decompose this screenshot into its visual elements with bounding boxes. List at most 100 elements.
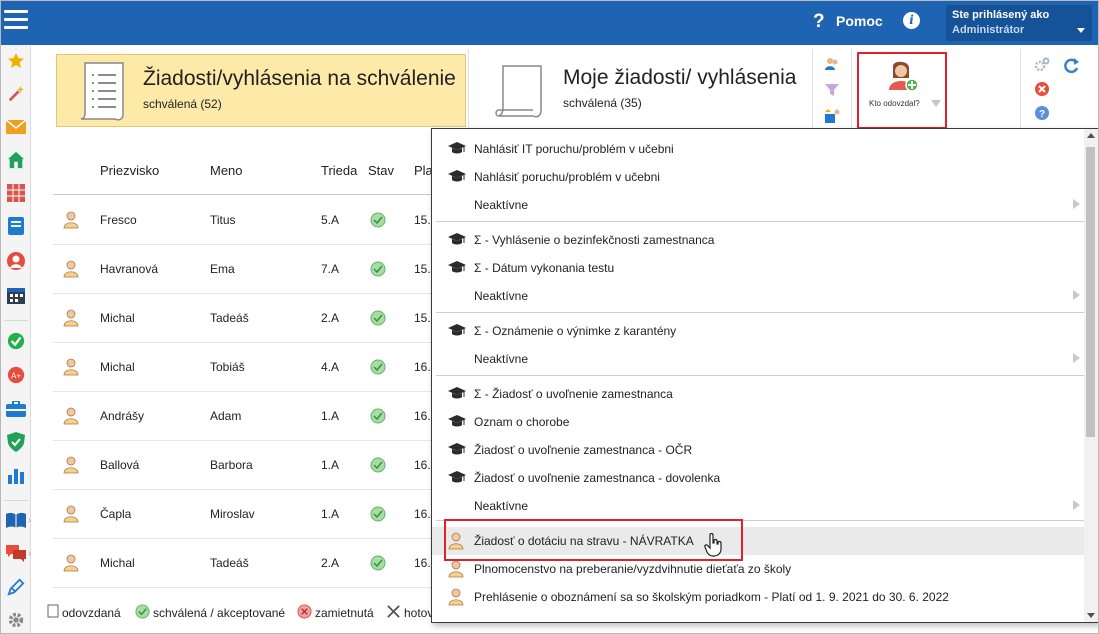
who-submitted-dropdown[interactable]: Kto odovzdal? — [857, 52, 947, 129]
status-approved-icon — [370, 457, 386, 478]
dropdown-item-label: Σ - Žiadosť o uvoľnenie zamestnanca — [474, 387, 673, 401]
column-header-surname[interactable]: Priezvisko — [100, 163, 159, 178]
cell-surname: Andrášy — [100, 409, 145, 423]
check-circle-icon[interactable] — [6, 331, 26, 351]
table-row[interactable]: Ballová Barbora 1.A 16. — [53, 441, 433, 490]
who-submitted-label: Kto odovzdal? — [869, 99, 920, 108]
person-add-icon — [887, 60, 919, 97]
my-requests-card[interactable]: Moje žiadosti/ vyhlásenia schválená (35) — [471, 54, 811, 127]
scroll-up-icon[interactable] — [1087, 133, 1095, 138]
funnel-filter-icon[interactable] — [823, 81, 841, 99]
student-avatar-icon — [63, 211, 79, 234]
calendar-icon[interactable] — [6, 285, 26, 305]
approval-card-count: schválená (52) — [143, 97, 222, 111]
scrollbar-thumb[interactable] — [1086, 147, 1095, 437]
svg-text:A+: A+ — [11, 372, 21, 381]
card-divider — [468, 49, 469, 129]
dropdown-item[interactable]: Σ - Oznámenie o výnimke z karantény — [432, 317, 1086, 345]
cell-date: 16. — [414, 458, 431, 472]
table-row[interactable]: Michal Tadeáš 2.A 16. — [53, 539, 433, 588]
table-row[interactable]: Andrášy Adam 1.A 16. — [53, 392, 433, 441]
cell-surname: Fresco — [100, 213, 137, 227]
dropdown-item[interactable]: Σ - Žiadosť o uvoľnenie zamestnanca — [432, 380, 1086, 408]
briefcase-icon[interactable] — [6, 399, 26, 419]
status-approved-icon — [370, 261, 386, 282]
card-divider — [851, 49, 852, 129]
dropdown-item[interactable]: Σ - Vyhlásenie o bezinfekčnosti zamestna… — [432, 226, 1086, 254]
table-row[interactable]: Čapla Miroslav 1.A 16. — [53, 490, 433, 539]
gears-icon[interactable] — [1034, 57, 1050, 78]
home-icon[interactable] — [6, 150, 26, 170]
bar-chart-icon[interactable] — [6, 465, 26, 485]
gear-icon[interactable] — [6, 610, 26, 630]
envelope-icon[interactable] — [6, 117, 26, 137]
status-approved-icon — [370, 359, 386, 380]
sort-users-icon[interactable] — [823, 107, 841, 125]
dropdown-item-inactive-group[interactable]: Neaktívne — [432, 492, 1086, 520]
column-header-date[interactable]: Pla — [414, 163, 433, 178]
dropdown-scrollbar[interactable] — [1084, 129, 1098, 622]
column-header-status[interactable]: Stav — [368, 163, 394, 178]
help-circle-icon[interactable]: ? — [1034, 105, 1050, 126]
person-card-icon[interactable] — [6, 251, 26, 271]
cell-name: Tobiáš — [210, 360, 245, 374]
dropdown-item-label: Nahlásiť poruchu/problém v učebni — [474, 170, 660, 184]
svg-text:?: ? — [1039, 109, 1045, 120]
timetable-grid-icon[interactable] — [6, 183, 26, 203]
dropdown-item[interactable]: Nahlásiť poruchu/problém v učebni — [432, 163, 1086, 191]
shield-check-icon[interactable] — [6, 432, 26, 452]
chevron-right-icon: › — [28, 515, 32, 526]
graduation-cap-icon — [448, 414, 466, 433]
filter-toolbar — [823, 55, 843, 133]
table-row[interactable]: Michal Tadeáš 2.A 15. — [53, 294, 433, 343]
table-row[interactable]: Fresco Titus 5.A 15. — [53, 196, 433, 245]
dropdown-item-label: Oznam o chorobe — [474, 415, 570, 429]
graduation-cap-icon — [448, 232, 466, 251]
card-divider — [812, 49, 813, 129]
scroll-document-icon — [495, 62, 547, 127]
cell-name: Adam — [210, 409, 242, 423]
close-circle-icon[interactable] — [1034, 81, 1050, 102]
info-icon[interactable]: i — [903, 12, 920, 29]
cell-class: 5.A — [321, 213, 340, 227]
notebook-icon[interactable] — [6, 216, 26, 236]
legend-rejected-label: zamietnutá — [315, 606, 374, 620]
dropdown-item-inactive-group[interactable]: Neaktívne — [432, 191, 1086, 219]
dropdown-item[interactable]: Žiadosť o uvoľnenie zamestnanca - OČR — [432, 436, 1086, 464]
user-logged-label: Ste prihlásený ako — [952, 9, 1050, 21]
magic-wand-icon[interactable] — [6, 84, 26, 104]
dropdown-item[interactable]: Žiadosť o uvoľnenie zamestnanca - dovole… — [432, 464, 1086, 492]
submenu-arrow-icon — [1073, 500, 1080, 510]
help-link[interactable]: Pomoc — [836, 13, 883, 29]
users-filter-icon[interactable] — [823, 55, 841, 73]
help-question-icon[interactable]: ? — [813, 11, 831, 33]
dropdown-separator — [436, 312, 1086, 313]
refresh-icon[interactable] — [1062, 57, 1080, 80]
legend-submitted: odovzdaná — [47, 604, 121, 621]
open-book-icon[interactable] — [6, 510, 26, 530]
my-card-count: schválená (35) — [563, 96, 642, 110]
approval-requests-card[interactable]: Žiadosti/vyhlásenia na schválenie schvál… — [56, 54, 466, 127]
column-header-name[interactable]: Meno — [210, 163, 243, 178]
cell-class: 2.A — [321, 311, 340, 325]
scroll-down-icon[interactable] — [1087, 613, 1095, 618]
grade-badge-icon[interactable]: A+ — [6, 365, 26, 385]
star-icon[interactable] — [6, 51, 26, 71]
dropdown-item[interactable]: Σ - Dátum vykonania testu — [432, 254, 1086, 282]
student-avatar-icon — [63, 358, 79, 381]
chat-bubbles-icon[interactable] — [6, 543, 26, 563]
dropdown-item[interactable]: Prehlásenie o oboznámení sa so školským … — [432, 583, 1086, 611]
menu-hamburger-icon[interactable] — [4, 10, 28, 32]
pencil-ruler-icon[interactable] — [6, 577, 26, 597]
legend-approved: schválená / akceptované — [135, 604, 285, 622]
dropdown-item-inactive-group[interactable]: Neaktívne — [432, 282, 1086, 310]
column-header-class[interactable]: Trieda — [321, 163, 357, 178]
approval-card-title: Žiadosti/vyhlásenia na schválenie — [143, 67, 456, 90]
reject-circle-icon — [297, 604, 312, 622]
user-menu[interactable]: Ste prihlásený ako Administrátor — [946, 5, 1092, 41]
dropdown-item[interactable]: Oznam o chorobe — [432, 408, 1086, 436]
dropdown-item[interactable]: Nahlásiť IT poruchu/problém v učebni — [432, 135, 1086, 163]
table-row[interactable]: Havranová Ema 7.A 15. — [53, 245, 433, 294]
dropdown-item-inactive-group[interactable]: Neaktívne — [432, 345, 1086, 373]
table-row[interactable]: Michal Tobiáš 4.A 16. — [53, 343, 433, 392]
